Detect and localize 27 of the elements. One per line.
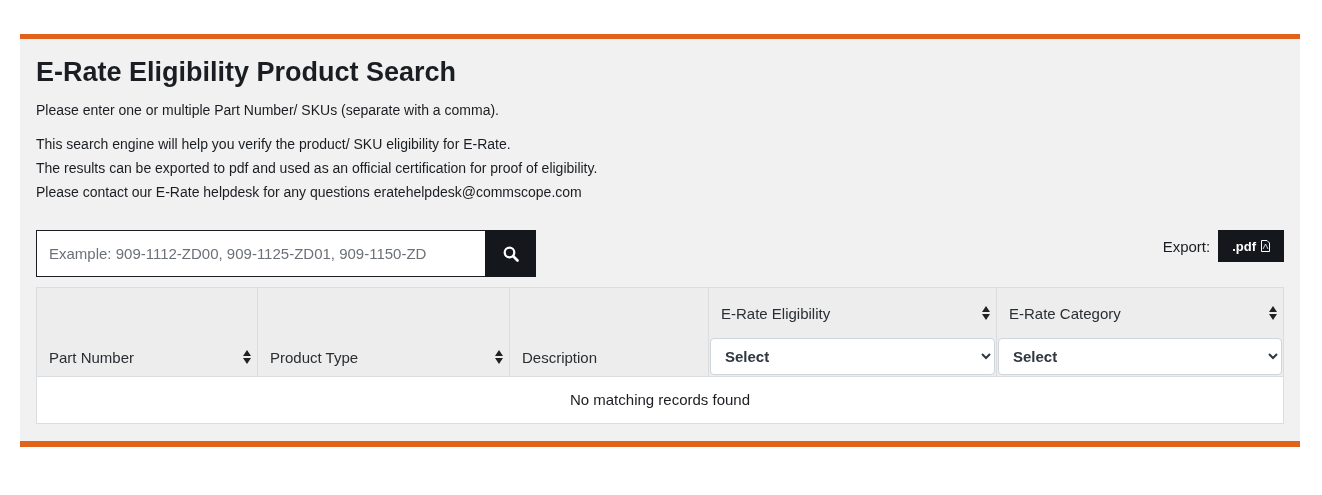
sort-icon[interactable]	[243, 350, 251, 364]
column-header[interactable]: E-Rate Eligibility Select	[708, 288, 996, 376]
column-header[interactable]: E-Rate Category Select	[996, 288, 1283, 376]
column-header[interactable]: Part Number	[37, 288, 257, 376]
search-button[interactable]	[485, 230, 536, 277]
filter-select[interactable]: Select	[710, 338, 995, 375]
document-icon	[1261, 240, 1270, 252]
export-label: Export:	[1162, 237, 1211, 255]
sort-icon[interactable]	[495, 350, 503, 364]
column-header[interactable]: Product Type	[257, 288, 509, 376]
column-label: Description	[522, 348, 598, 366]
search-field[interactable]: Example: 909-1112-ZD00, 909-1125-ZD01, 909-1150-ZD	[36, 230, 485, 277]
info-text: The results can be exported to pdf and used as an official certification for proof of eligibility.	[36, 159, 599, 178]
sort-icon[interactable]	[1269, 306, 1277, 320]
column-label: E-Rate Category	[1009, 304, 1121, 322]
column-label: Part Number	[49, 348, 135, 366]
empty-message: No matching records found	[568, 390, 752, 410]
column-label: E-Rate Eligibility	[721, 304, 831, 322]
page-title: E-Rate Eligibility Product Search	[36, 57, 458, 88]
info-text: This search engine will help you verify the product/ SKU eligibility for E-Rate.	[36, 135, 512, 154]
pdf-export-button[interactable]: .pdf	[1218, 230, 1284, 262]
filter-select[interactable]: Select	[998, 338, 1282, 375]
intro-text: Please enter one or multiple Part Number/ SKUs (separate with a comma).	[36, 101, 500, 120]
sort-icon[interactable]	[982, 306, 990, 320]
search-icon	[502, 245, 519, 262]
column-label: Product Type	[270, 348, 359, 366]
info-text: Please contact our E-Rate helpdesk for any questions eratehelpdesk@commscope.com	[36, 183, 583, 202]
